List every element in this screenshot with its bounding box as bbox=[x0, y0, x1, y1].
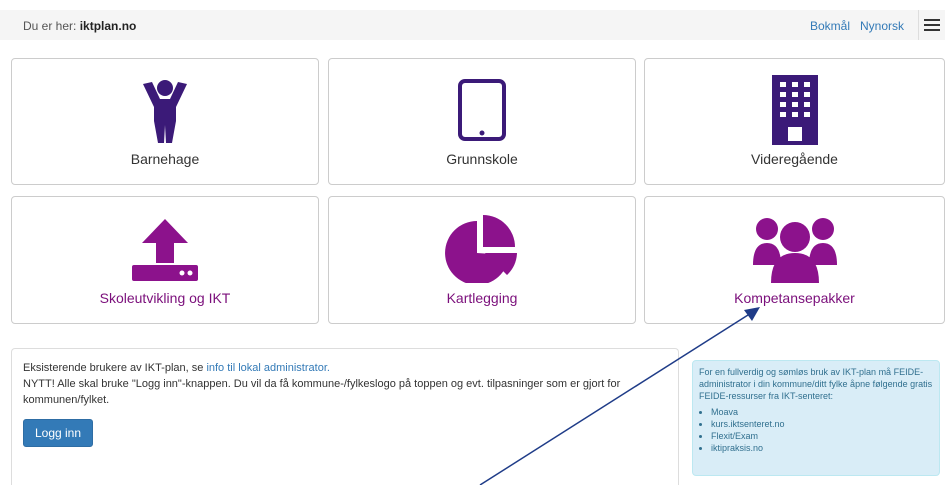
tile-label: Kartlegging bbox=[446, 290, 518, 306]
language-bokmal-link[interactable]: Bokmål bbox=[810, 19, 850, 33]
menu-bar-icon bbox=[924, 29, 940, 31]
list-item: iktipraksis.no bbox=[711, 442, 933, 454]
menu-bar-icon bbox=[924, 24, 940, 26]
tile-videregaende[interactable]: Videregående bbox=[644, 58, 945, 185]
breadcrumb-site[interactable]: iktplan.no bbox=[80, 19, 137, 33]
child-icon bbox=[12, 79, 318, 145]
tile-label: Videregående bbox=[751, 151, 838, 167]
menu-bar-icon bbox=[924, 19, 940, 21]
tile-label: Skoleutvikling og IKT bbox=[99, 290, 231, 306]
info-line-1: Eksisterende brukere av IKT-plan, se inf… bbox=[23, 360, 673, 376]
feide-resource-list: Moava kurs.iktsenteret.no Flexit/Exam ik… bbox=[699, 406, 933, 454]
info-line-1-text: Eksisterende brukere av IKT-plan, se bbox=[23, 362, 204, 374]
pie-chart-icon bbox=[329, 213, 635, 283]
tablet-icon bbox=[329, 79, 635, 141]
tile-label: Kompetansepakker bbox=[734, 290, 855, 306]
login-button[interactable]: Logg inn bbox=[23, 419, 93, 447]
local-admin-info-link[interactable]: info til lokal administrator. bbox=[206, 362, 330, 374]
feide-info-panel: For en fullverdig og sømløs bruk av IKT-… bbox=[692, 360, 940, 476]
tile-kartlegging[interactable]: Kartlegging bbox=[328, 196, 636, 324]
breadcrumb: Du er her: iktplan.no bbox=[23, 19, 136, 33]
tile-barnehage[interactable]: Barnehage bbox=[11, 58, 319, 185]
list-item: Moava bbox=[711, 406, 933, 418]
language-nynorsk-link[interactable]: Nynorsk bbox=[860, 19, 904, 33]
users-icon bbox=[645, 215, 944, 285]
list-item: kurs.iktsenteret.no bbox=[711, 418, 933, 430]
tile-skoleutvikling[interactable]: Skoleutvikling og IKT bbox=[11, 196, 319, 324]
tile-grunnskole[interactable]: Grunnskole bbox=[328, 58, 636, 185]
upload-icon bbox=[12, 217, 318, 283]
feide-intro-text: For en fullverdig og sømløs bruk av IKT-… bbox=[699, 367, 933, 401]
info-line-2: NYTT! Alle skal bruke "Logg inn"-knappen… bbox=[23, 378, 621, 406]
login-info-panel: Eksisterende brukere av IKT-plan, se inf… bbox=[11, 348, 679, 485]
tile-label: Grunnskole bbox=[446, 151, 518, 167]
hamburger-menu-button[interactable] bbox=[918, 10, 945, 40]
list-item: Flexit/Exam bbox=[711, 430, 933, 442]
breadcrumb-prefix: Du er her: bbox=[23, 19, 77, 33]
building-icon bbox=[645, 75, 944, 145]
tile-kompetansepakker[interactable]: Kompetansepakker bbox=[644, 196, 945, 324]
tile-label: Barnehage bbox=[130, 151, 200, 167]
top-bar: Du er her: iktplan.no Bokmål Nynorsk bbox=[0, 10, 945, 40]
